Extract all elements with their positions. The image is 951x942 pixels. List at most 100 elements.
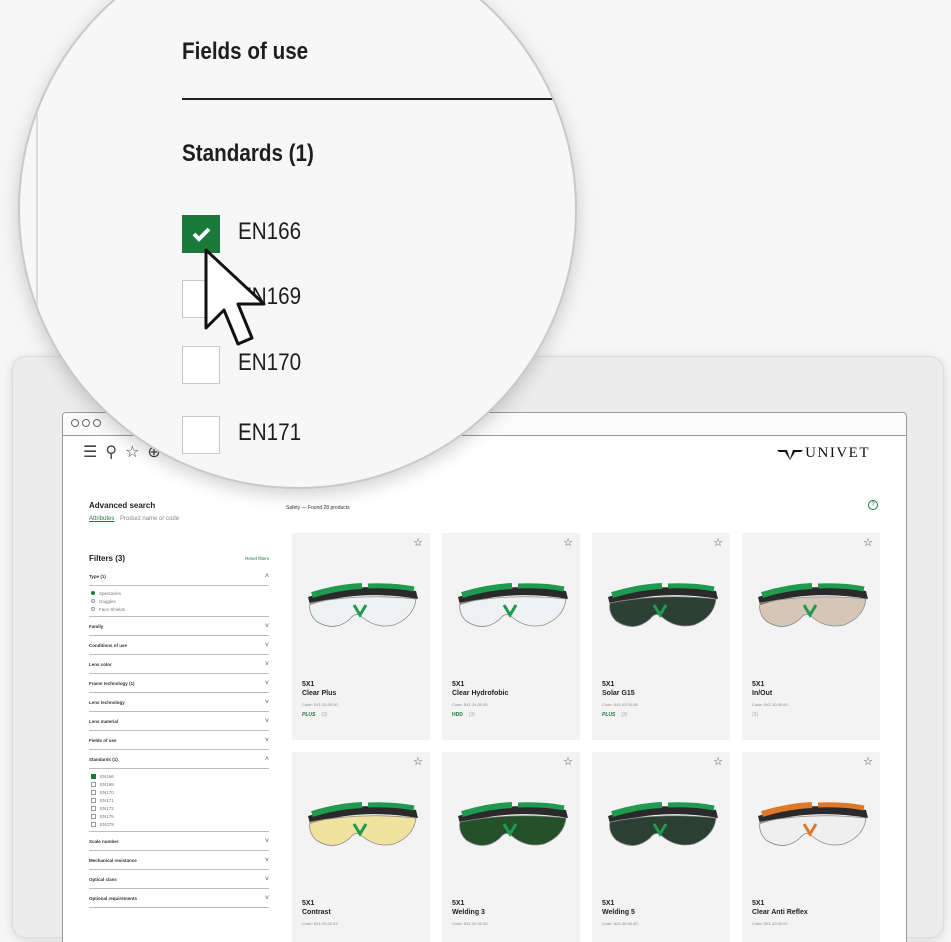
product-name[interactable]: Welding 3 [452, 909, 485, 916]
favorite-star-icon[interactable]: ☆ [713, 755, 723, 768]
filter-row-type[interactable]: Type (1) ˄ [89, 567, 269, 586]
favorite-star-icon[interactable]: ☆ [563, 755, 573, 768]
filter-row-label: Optical class [89, 876, 117, 882]
favorite-star-icon[interactable]: ☆ [863, 536, 873, 549]
product-code: Code: 5X1.40.00.00 [752, 921, 788, 926]
tab-product-name[interactable]: Product name or code [120, 516, 179, 522]
window-zoom-dot[interactable] [93, 419, 101, 427]
help-icon[interactable]: ? [868, 500, 878, 510]
standard-option-en171[interactable]: EN171 [89, 796, 269, 804]
standard-option-en166[interactable]: EN166 [89, 772, 269, 780]
product-card[interactable]: ☆ 5X1 Solar G15 Code: 5X1.03.00.05 PLUS (3) [592, 533, 730, 740]
option-label: Goggles [99, 598, 116, 604]
product-code: Code: 5X1.03.00.00 [302, 702, 338, 707]
favorite-star-icon[interactable]: ☆ [713, 536, 723, 549]
lens-standards-title[interactable]: Standards (1) [182, 140, 314, 168]
type-option-goggles[interactable]: Goggles [89, 597, 269, 605]
product-badges: HDD (3) [452, 712, 475, 718]
product-image[interactable] [748, 559, 874, 649]
product-series: 5X1 [302, 681, 315, 688]
product-image[interactable] [748, 778, 874, 868]
chevron-down-icon: ˅ [264, 698, 269, 706]
filter-row-scale-number[interactable]: Scale number ˅ [89, 832, 269, 851]
product-card[interactable]: ☆ 5X1 In/Out Code: 5X1.30.00.00 (3) [742, 533, 880, 740]
filter-row-label: Standards (1) [89, 756, 118, 762]
favorite-star-icon[interactable]: ☆ [563, 536, 573, 549]
filter-row-standards[interactable]: Standards (1) ˄ [89, 750, 269, 769]
filter-row-optical-class[interactable]: Optical class ˅ [89, 870, 269, 889]
product-card[interactable]: ☆ 5X1 Welding 3 Code: 5X1.00.00.30 [442, 752, 580, 942]
option-label: EN166 [100, 773, 114, 779]
product-name[interactable]: Contrast [302, 909, 331, 916]
radio-button[interactable] [91, 591, 95, 595]
product-name[interactable]: Welding 5 [602, 909, 635, 916]
checkbox[interactable] [91, 805, 96, 811]
product-image[interactable] [298, 559, 424, 649]
checkbox[interactable] [91, 789, 96, 795]
filter-row-lens-material[interactable]: Lens material ˅ [89, 712, 269, 731]
product-name[interactable]: Clear Plus [302, 690, 336, 697]
standard-option-en169[interactable]: EN169 [89, 780, 269, 788]
checkbox[interactable] [91, 781, 96, 787]
favorite-star-icon[interactable]: ☆ [863, 755, 873, 768]
type-option-face-shields[interactable]: Face Shields [89, 605, 269, 613]
type-options: Spectacles Goggles Face Shields [89, 586, 269, 617]
product-image[interactable] [298, 778, 424, 868]
standard-option-en170[interactable]: EN170 [89, 788, 269, 796]
standard-option-en172[interactable]: EN172 [89, 804, 269, 812]
product-image[interactable] [598, 778, 724, 868]
option-label: EN379 [100, 821, 114, 827]
checkbox[interactable] [91, 821, 96, 827]
window-close-dot[interactable] [71, 419, 79, 427]
checkbox[interactable] [91, 773, 96, 779]
product-card[interactable]: ☆ 5X1 Clear Plus Code: 5X1.03.00.00 PLUS (3) [292, 533, 430, 740]
window-minimize-dot[interactable] [82, 419, 90, 427]
tab-attributes[interactable]: Attributes [89, 516, 114, 522]
product-card[interactable]: ☆ 5X1 Welding 5 Code: 5X1.06.00.50 [592, 752, 730, 942]
favorite-star-icon[interactable]: ☆ [413, 536, 423, 549]
badge-hdd: HDD [452, 712, 463, 718]
product-card[interactable]: ☆ 5X1 Clear Anti Reflex Code: 5X1.40.00.00 [742, 752, 880, 942]
filter-row-label: Lens color [89, 661, 112, 667]
standard-option-en175[interactable]: EN175 [89, 812, 269, 820]
filter-row-family[interactable]: Family ˅ [89, 617, 269, 636]
filter-row-mechanical-resistance[interactable]: Mechanical resistance ˅ [89, 851, 269, 870]
reset-filters-link[interactable]: Reset filters [245, 556, 269, 561]
brand-logo[interactable]: UNIVET [777, 445, 870, 462]
product-card[interactable]: ☆ 5X1 Clear Hydrofobic Code: 5X1.24.00.00 HD… [442, 533, 580, 740]
product-name[interactable]: Clear Hydrofobic [452, 690, 508, 697]
product-image[interactable] [448, 778, 574, 868]
filter-row-label: Optional requirements [89, 895, 138, 901]
filter-row-optional-requirements[interactable]: Optional requirements ˅ [89, 889, 269, 908]
filter-row-label: Lens technology [89, 699, 125, 705]
filter-row-frame-technology-1[interactable]: Frame technology (1) ˅ [89, 674, 269, 693]
badge-plus: PLUS [302, 712, 316, 718]
filter-row-fields-of-use[interactable]: Fields of use ˅ [89, 731, 269, 750]
chevron-down-icon: ˅ [264, 856, 269, 864]
type-option-spectacles[interactable]: Spectacles [89, 589, 269, 597]
menu-icon[interactable]: ☰ [83, 443, 97, 461]
search-icon[interactable]: ⚲ [105, 443, 117, 461]
product-name[interactable]: In/Out [752, 690, 772, 697]
favorite-star-icon[interactable]: ☆ [413, 755, 423, 768]
product-name[interactable]: Solar G15 [602, 690, 635, 697]
checkbox[interactable] [91, 813, 96, 819]
product-name[interactable]: Clear Anti Reflex [752, 909, 808, 916]
radio-button[interactable] [91, 607, 95, 611]
product-card[interactable]: ☆ 5X1 Contrast Code: 5X1.03.00.03 [292, 752, 430, 942]
chevron-down-icon: ˅ [264, 622, 269, 630]
checkbox[interactable] [91, 797, 96, 803]
standard-option-en379[interactable]: EN379 [89, 820, 269, 828]
star-icon[interactable]: ☆ [125, 443, 139, 461]
product-image[interactable] [448, 559, 574, 649]
filter-row-label: Frame technology (1) [89, 680, 135, 686]
standards-options: EN166 EN169 EN170 EN171 EN172 EN175 EN379 [89, 769, 269, 832]
lens-fields-of-use[interactable]: Fields of use [182, 38, 308, 66]
radio-button[interactable] [91, 599, 95, 603]
filter-row-lens-color[interactable]: Lens color ˅ [89, 655, 269, 674]
product-image[interactable] [598, 559, 724, 649]
filter-row-lens-technology[interactable]: Lens technology ˅ [89, 693, 269, 712]
search-mode-tabs: Attributes Product name or code [89, 516, 269, 522]
filter-row-conditions-of-use[interactable]: Conditions of use ˅ [89, 636, 269, 655]
lens-checkbox-en171[interactable] [182, 416, 220, 454]
